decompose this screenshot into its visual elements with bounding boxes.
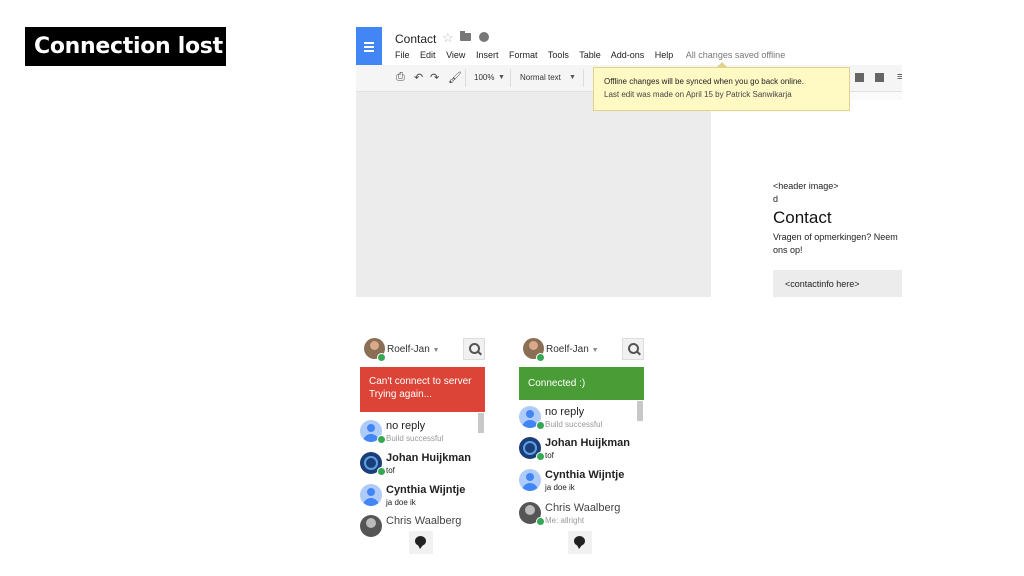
hangouts-panel-disconnected: Roelf-Jan ▼ Can't connect to server Tryi… xyxy=(360,334,485,554)
menu-view[interactable]: View xyxy=(446,50,465,60)
contact-name: no reply xyxy=(545,406,585,418)
docs-screenshot: Contact ☆ File Edit View Insert Format T… xyxy=(356,27,902,297)
menu-edit[interactable]: Edit xyxy=(420,50,436,60)
folder-icon[interactable] xyxy=(460,31,471,41)
online-dot-icon xyxy=(536,517,545,526)
doc-header-image-placeholder[interactable]: <header image> xyxy=(773,181,839,191)
doc-outline-area xyxy=(356,92,711,297)
doc-heading[interactable]: Contact xyxy=(773,208,832,228)
hangouts-icon xyxy=(415,536,426,549)
connection-error-banner: Can't connect to server Trying again... xyxy=(360,367,485,412)
slide-title: Connection lost xyxy=(25,27,226,66)
avatar xyxy=(360,484,382,506)
print-icon[interactable]: ⎙ xyxy=(396,71,405,84)
style-select[interactable]: Normal text xyxy=(520,73,561,82)
saved-status: All changes saved offline xyxy=(685,50,786,60)
contact-name: Johan Huijkman xyxy=(545,437,630,449)
list-item[interactable]: Johan Huijkman tof xyxy=(519,437,637,467)
menu-file[interactable]: File xyxy=(395,50,410,60)
scrollbar[interactable] xyxy=(478,413,484,433)
contact-name: Cynthia Wijntje xyxy=(545,469,625,481)
contact-name: Chris Waalberg xyxy=(545,502,621,514)
tooltip-line1: Offline changes will be synced when you … xyxy=(604,77,804,86)
drive-icon[interactable] xyxy=(479,32,489,42)
star-icon[interactable]: ☆ xyxy=(442,30,454,46)
paint-format-icon[interactable]: 🖌 xyxy=(448,71,462,84)
search-button[interactable] xyxy=(463,338,485,360)
offline-tooltip: Offline changes will be synced when you … xyxy=(593,62,850,111)
list-item[interactable]: Johan Huijkman tof xyxy=(360,452,478,482)
menu-help[interactable]: Help xyxy=(655,50,674,60)
undo-icon[interactable]: ↶ xyxy=(414,71,423,84)
online-dot-icon xyxy=(536,421,545,430)
line-spacing-icon[interactable]: ≡ xyxy=(897,71,902,83)
menu-insert[interactable]: Insert xyxy=(476,50,499,60)
contact-status: ja doe ik xyxy=(386,498,416,507)
scrollbar[interactable] xyxy=(637,401,643,421)
list-item[interactable]: Cynthia Wijntje ja doe ik xyxy=(360,484,478,514)
zoom-select[interactable]: 100% xyxy=(474,73,494,82)
chevron-down-icon: ▼ xyxy=(432,347,440,354)
tooltip-line2: Last edit was made on April 15 by Patric… xyxy=(604,90,792,99)
hangouts-panel-connected: Roelf-Jan ▼ Connected :) no reply Build … xyxy=(519,334,644,554)
doc-text-d[interactable]: d xyxy=(773,194,778,204)
menu-tools[interactable]: Tools xyxy=(548,50,569,60)
align-justify-icon[interactable] xyxy=(855,73,864,82)
contact-name: Cynthia Wijntje xyxy=(386,484,466,496)
chevron-down-icon: ▼ xyxy=(569,74,576,81)
contact-name: Chris Waalberg xyxy=(386,515,462,527)
online-dot-icon xyxy=(536,353,545,362)
contact-status: Build successful xyxy=(386,434,444,443)
list-item[interactable]: Cynthia Wijntje ja doe ik xyxy=(519,469,637,499)
doc-paragraph-line2[interactable]: ons op! xyxy=(773,245,803,255)
contact-status: Me: allright xyxy=(545,516,585,525)
banner-line1: Can't connect to server xyxy=(369,376,472,387)
new-conversation-button[interactable] xyxy=(409,531,433,554)
contact-name: Johan Huijkman xyxy=(386,452,471,464)
menu-addons[interactable]: Add-ons xyxy=(611,50,645,60)
search-button[interactable] xyxy=(622,338,644,360)
banner-line2: Trying again... xyxy=(369,389,432,400)
docs-icon[interactable] xyxy=(356,27,382,65)
user-name[interactable]: Roelf-Jan ▼ xyxy=(387,344,440,355)
menu-bar: File Edit View Insert Format Tools Table… xyxy=(395,50,793,60)
doc-paragraph-line1[interactable]: Vragen of opmerkingen? Neem xyxy=(773,232,898,242)
online-dot-icon xyxy=(377,353,386,362)
doc-title[interactable]: Contact xyxy=(395,32,436,46)
online-dot-icon xyxy=(536,452,545,461)
menu-table[interactable]: Table xyxy=(579,50,601,60)
chevron-down-icon: ▼ xyxy=(498,74,505,81)
contact-status: ja doe ik xyxy=(545,483,575,492)
list-item[interactable]: no reply Build successful xyxy=(519,406,637,436)
contactinfo-placeholder: <contactinfo here> xyxy=(785,279,860,289)
hangouts-icon xyxy=(574,536,585,549)
redo-icon[interactable]: ↷ xyxy=(430,71,439,84)
contact-status: tof xyxy=(545,451,554,460)
align-center-icon[interactable] xyxy=(875,73,884,82)
contact-status: Build successful xyxy=(545,420,603,429)
contactinfo-box[interactable]: <contactinfo here> xyxy=(773,270,902,297)
menu-format[interactable]: Format xyxy=(509,50,538,60)
contact-name: no reply xyxy=(386,420,426,432)
banner-line1: Connected :) xyxy=(528,378,586,389)
avatar xyxy=(519,469,541,491)
user-name[interactable]: Roelf-Jan ▼ xyxy=(546,344,599,355)
connected-banner: Connected :) xyxy=(519,367,644,400)
list-item[interactable]: Chris Waalberg Me: allright xyxy=(519,502,637,532)
contact-status: tof xyxy=(386,466,395,475)
list-item[interactable]: no reply Build successful xyxy=(360,420,478,450)
online-dot-icon xyxy=(377,467,386,476)
new-conversation-button[interactable] xyxy=(568,531,592,554)
doc-page[interactable] xyxy=(711,100,902,297)
avatar xyxy=(360,515,382,537)
online-dot-icon xyxy=(377,435,386,444)
chevron-down-icon: ▼ xyxy=(591,347,599,354)
